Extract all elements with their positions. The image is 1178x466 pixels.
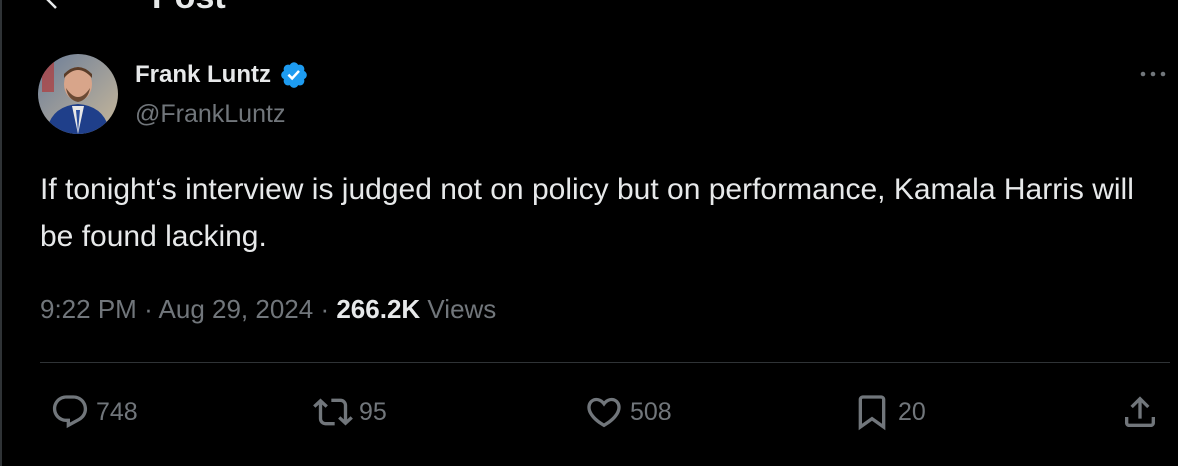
verified-badge-icon	[281, 62, 307, 88]
author-handle[interactable]: @FrankLuntz	[135, 100, 285, 129]
tweet-meta: 9:22 PM · Aug 29, 2024 · 266.2K Views	[40, 294, 496, 325]
repost-button[interactable]: 95	[313, 392, 387, 432]
views-label: Views	[427, 294, 497, 324]
left-border	[0, 0, 2, 466]
repost-count: 95	[359, 397, 387, 426]
back-arrow-icon[interactable]	[42, 0, 62, 10]
reply-button[interactable]: 748	[50, 392, 138, 432]
author-name-row[interactable]: Frank Luntz	[135, 60, 309, 90]
like-count: 508	[630, 397, 672, 426]
reply-count: 748	[96, 397, 138, 426]
reply-icon	[52, 395, 88, 429]
top-bar: Post	[0, 0, 1178, 16]
tweet-text: If tonight‘s interview is judged not on …	[40, 173, 1134, 253]
tweet-time[interactable]: 9:22 PM	[40, 294, 137, 324]
avatar[interactable]	[38, 54, 118, 134]
share-icon	[1125, 396, 1155, 427]
page-title: Post	[152, 0, 226, 14]
divider	[40, 362, 1170, 363]
author-name[interactable]: Frank Luntz	[135, 61, 271, 89]
like-button[interactable]: 508	[584, 392, 672, 432]
avatar-image	[38, 54, 118, 134]
meta-separator: ·	[320, 294, 337, 324]
meta-separator: ·	[144, 294, 159, 324]
bookmark-icon	[858, 395, 886, 431]
repost-icon	[313, 398, 353, 426]
views-count: 266.2K	[336, 294, 421, 324]
share-button[interactable]	[1120, 392, 1160, 432]
bookmark-button[interactable]: 20	[852, 392, 926, 432]
heart-icon	[587, 397, 621, 428]
more-options-icon[interactable]	[1138, 64, 1168, 84]
tweet-date[interactable]: Aug 29, 2024	[159, 294, 314, 324]
bookmark-count: 20	[898, 397, 926, 426]
